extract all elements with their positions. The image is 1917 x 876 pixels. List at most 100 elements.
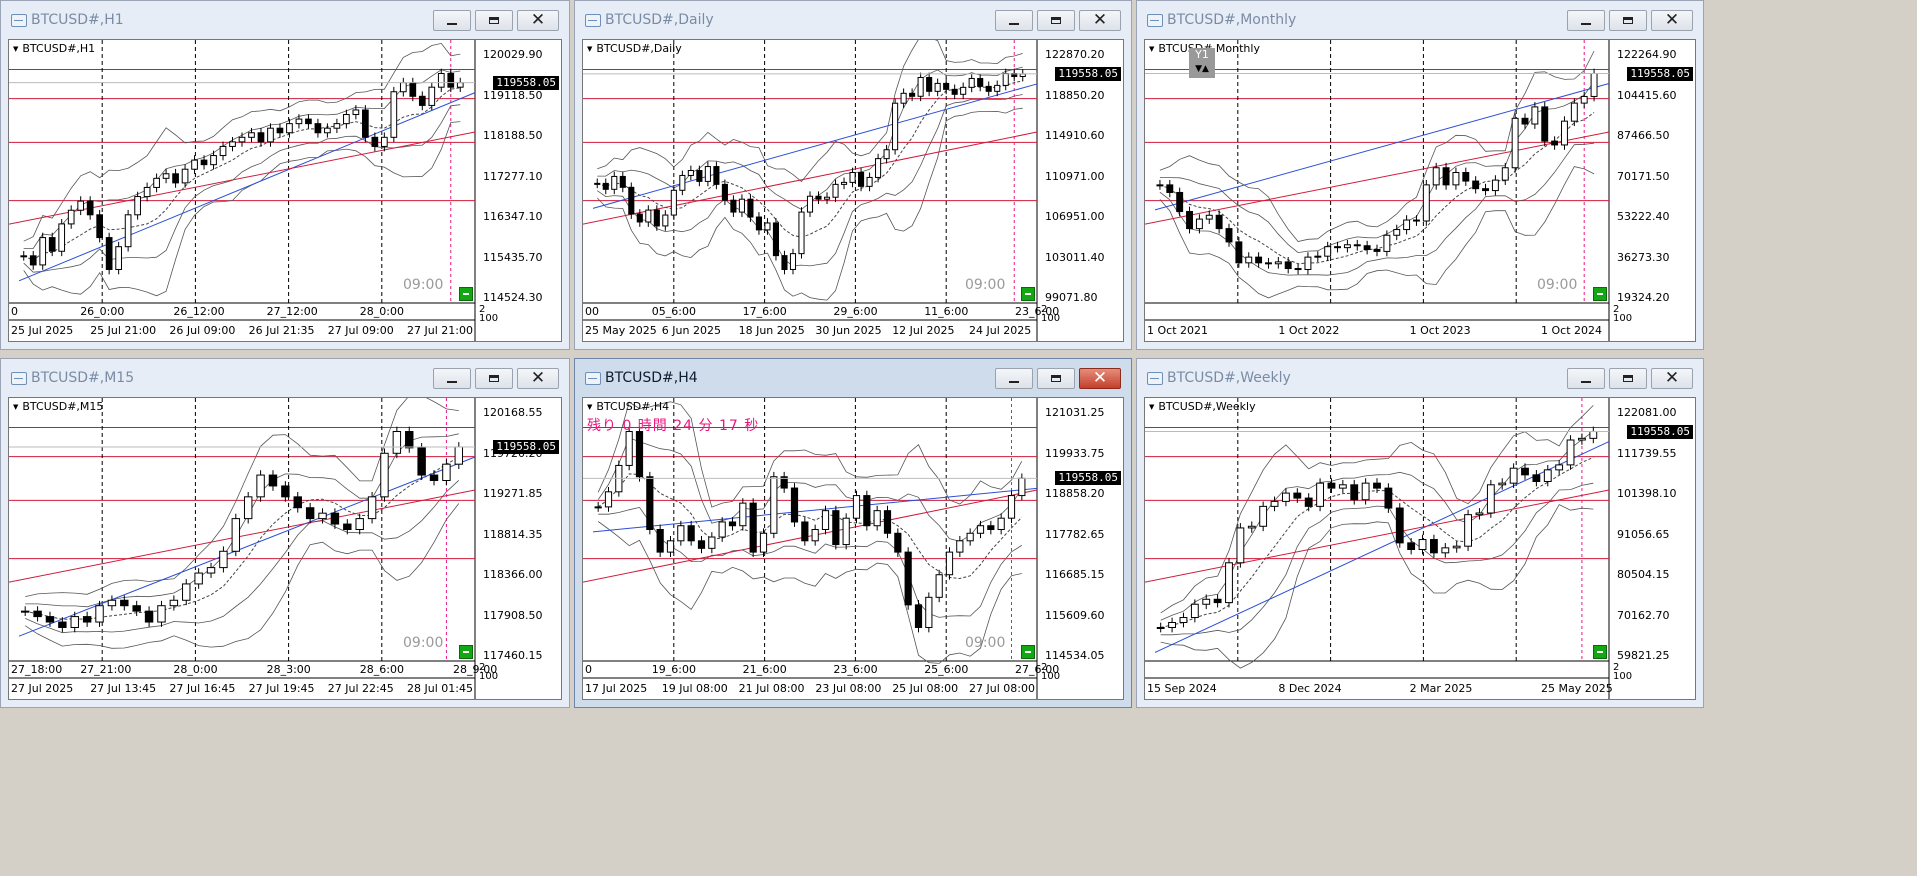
candle-body (1363, 245, 1371, 251)
minimize-button[interactable] (433, 10, 471, 31)
candle-body (58, 621, 67, 628)
window-controls: ✕ (1567, 10, 1693, 31)
chart-symbol-label[interactable]: BTCUSD#,H4 (587, 400, 669, 413)
chart-area[interactable]: 122870.20 118850.20 114910.60 110971.00 1069… (582, 39, 1124, 342)
chart-window-icon (11, 14, 27, 27)
chart-symbol-label[interactable]: BTCUSD#,Daily (587, 42, 681, 55)
date-axis-label: 25 Jul 2025 (11, 324, 74, 337)
candle-body (945, 551, 954, 576)
minimize-button[interactable] (1567, 10, 1605, 31)
trend-line (592, 83, 1038, 209)
candle-body (1166, 184, 1174, 193)
date-axis-label: 25 Jul 08:00 (892, 682, 959, 695)
window-titlebar[interactable]: BTCUSD#,H1 ✕ (1, 1, 569, 39)
candle-body (144, 610, 154, 623)
close-button[interactable]: ✕ (1079, 368, 1121, 389)
minimize-icon (1009, 22, 1019, 25)
window-title: BTCUSD#,Monthly (1167, 12, 1297, 28)
y1-toggle-button[interactable]: Y1 ▼▲ (1189, 48, 1215, 78)
chart-canvas (583, 40, 1038, 341)
candle-body (900, 92, 907, 104)
candle-body (1462, 172, 1470, 182)
minimize-button[interactable] (995, 368, 1033, 389)
candle-body (747, 198, 754, 218)
chart-area[interactable]: 122081.00 111739.55 101398.10 91056.65 80504… (1144, 397, 1696, 700)
candle-body (852, 495, 861, 519)
close-button[interactable]: ✕ (517, 368, 559, 389)
close-button[interactable]: ✕ (517, 10, 559, 31)
candle-body (409, 82, 417, 97)
auto-trading-indicator-icon[interactable] (1021, 287, 1035, 301)
candle-body (256, 474, 265, 498)
candle-body (1314, 255, 1322, 258)
window-titlebar[interactable]: BTCUSD#,Daily ✕ (575, 1, 1131, 39)
price-axis-label: 80504.15 (1617, 568, 1670, 581)
maximize-button[interactable] (475, 10, 513, 31)
chart-area[interactable]: 122264.90 104415.60 87466.50 70171.50 53222.… (1144, 39, 1696, 342)
candle-body (162, 173, 170, 179)
maximize-button[interactable] (1609, 368, 1647, 389)
chart-area[interactable]: 120029.90 119118.50 118188.50 117277.10 1163… (8, 39, 562, 342)
candle-body (95, 605, 104, 623)
candle-body (367, 496, 377, 520)
maximize-button[interactable] (475, 368, 513, 389)
candle-body (904, 551, 912, 606)
candle-body (442, 463, 451, 482)
price-axis-label: 70171.50 (1617, 169, 1670, 183)
moving-average-line (597, 473, 1023, 580)
candle-body (636, 213, 643, 223)
price-axis-label: 117277.10 (483, 169, 543, 183)
candle-body (134, 196, 141, 216)
chart-symbol-label[interactable]: BTCUSD#,M15 (13, 400, 103, 413)
candle-body (1566, 439, 1575, 466)
close-button[interactable]: ✕ (1651, 10, 1693, 31)
close-button[interactable]: ✕ (1079, 10, 1121, 31)
candle-body (295, 118, 303, 125)
auto-trading-indicator-icon[interactable] (1593, 287, 1607, 301)
window-controls: ✕ (433, 368, 559, 389)
trend-line (1154, 83, 1610, 211)
lower-band-line (598, 506, 1023, 618)
candle-body (739, 502, 747, 527)
chart-canvas (1145, 398, 1610, 699)
candle-body (966, 532, 974, 542)
candle-body (143, 186, 151, 198)
candle-body (1284, 261, 1292, 270)
maximize-button[interactable] (1037, 10, 1075, 31)
price-axis-label: 53222.40 (1617, 210, 1670, 223)
minimize-button[interactable] (433, 368, 471, 389)
window-titlebar[interactable]: BTCUSD#,Monthly ✕ (1137, 1, 1703, 39)
candle-body (840, 181, 848, 185)
chart-area[interactable]: 121031.25 119933.75 118858.20 117782.65 1166… (582, 397, 1124, 700)
close-icon: ✕ (530, 368, 546, 388)
chart-symbol-label[interactable]: BTCUSD#,Weekly (1149, 400, 1255, 413)
window-controls: ✕ (995, 10, 1121, 31)
candle-body (1304, 256, 1312, 270)
chart-area[interactable]: 120168.55119720.20119271.85118814.351183… (8, 397, 562, 700)
price-axis-label: 115435.70 (483, 250, 543, 264)
candle-body (909, 92, 916, 97)
auto-trading-indicator-icon[interactable] (1021, 645, 1035, 659)
candle-body (917, 76, 924, 97)
candle-body (1334, 246, 1341, 249)
date-axis-label: 26 Jul 21:35 (248, 324, 315, 337)
minimize-button[interactable] (1567, 368, 1605, 389)
auto-trading-indicator-icon[interactable] (1593, 645, 1607, 659)
timezone-note: 09:00 (965, 277, 1006, 293)
close-button[interactable]: ✕ (1651, 368, 1693, 389)
maximize-button[interactable] (1609, 10, 1647, 31)
minimize-button[interactable] (995, 10, 1033, 31)
price-axis-label: 122264.90 (1617, 48, 1677, 61)
trend-line (1154, 441, 1610, 653)
window-titlebar[interactable]: BTCUSD#,M15 ✕ (1, 359, 569, 397)
chart-symbol-label[interactable]: BTCUSD#,H1 (13, 42, 95, 55)
window-titlebar[interactable]: BTCUSD#,H4 ✕ (575, 359, 1131, 397)
candle-body (206, 567, 216, 574)
maximize-button[interactable] (1037, 368, 1075, 389)
candle-body (1156, 184, 1164, 187)
window-titlebar[interactable]: BTCUSD#,Weekly ✕ (1137, 359, 1703, 397)
auto-trading-indicator-icon[interactable] (459, 645, 473, 659)
chart-window-h1: BTCUSD#,H1 ✕ 120029.90 119118.50 118188.50 11… (0, 0, 570, 350)
auto-trading-indicator-icon[interactable] (459, 287, 473, 301)
time-axis-label: 26_12:00 (173, 305, 225, 318)
